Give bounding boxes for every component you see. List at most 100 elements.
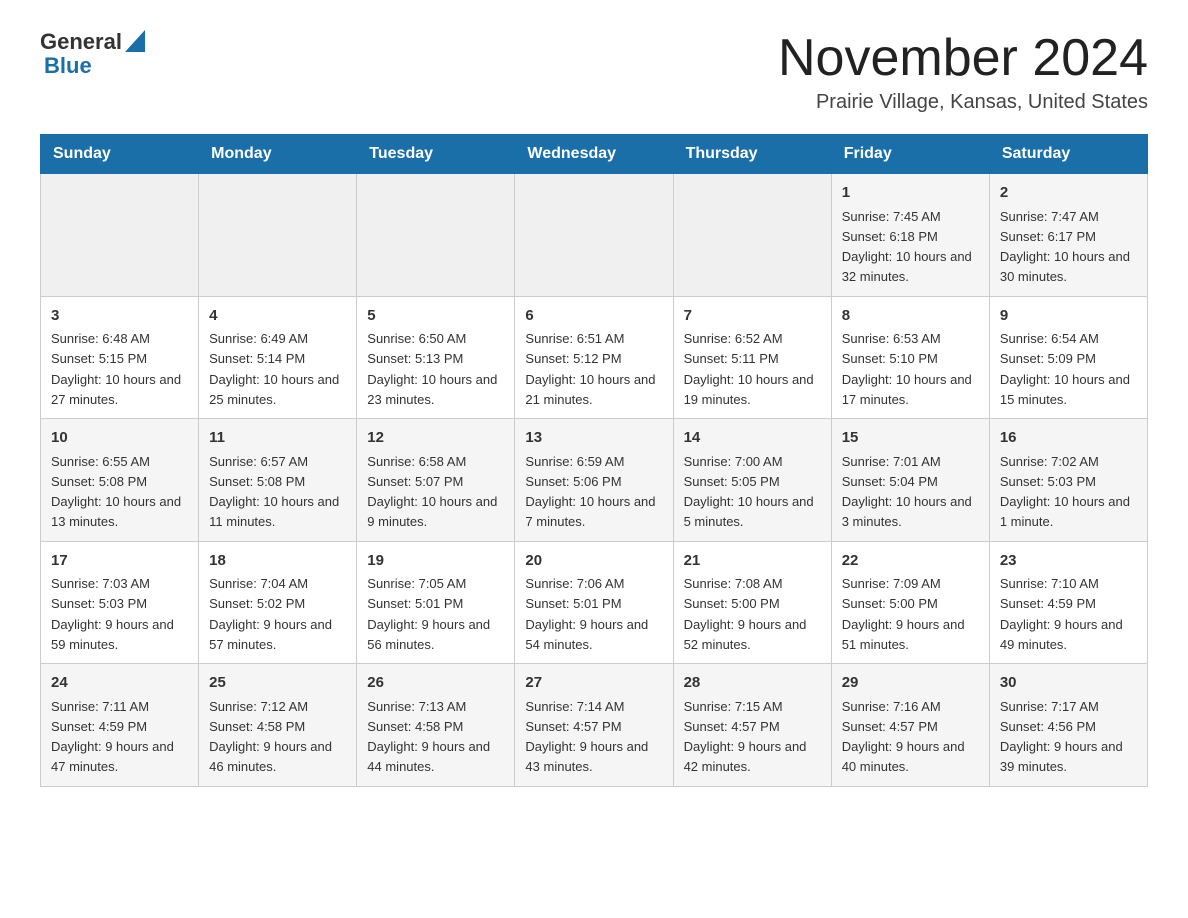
day-number: 3 (51, 305, 188, 328)
calendar-header-row: SundayMondayTuesdayWednesdayThursdayFrid… (41, 135, 1148, 174)
logo-triangle-icon (125, 30, 145, 52)
day-info: Sunrise: 7:13 AM Sunset: 4:58 PM Dayligh… (367, 699, 490, 775)
calendar-header-saturday: Saturday (989, 135, 1147, 174)
title-area: November 2024 Prairie Village, Kansas, U… (778, 30, 1148, 114)
calendar-cell: 27 Sunrise: 7:14 AM Sunset: 4:57 PM Dayli… (515, 664, 673, 787)
day-number: 12 (367, 427, 504, 450)
calendar-row-1: 1 Sunrise: 7:45 AM Sunset: 6:18 PM Daylig… (41, 174, 1148, 297)
day-info: Sunrise: 6:55 AM Sunset: 5:08 PM Dayligh… (51, 454, 181, 530)
day-number: 22 (842, 550, 979, 573)
day-number: 21 (684, 550, 821, 573)
day-info: Sunrise: 7:09 AM Sunset: 5:00 PM Dayligh… (842, 576, 965, 652)
day-number: 8 (842, 305, 979, 328)
day-number: 14 (684, 427, 821, 450)
calendar-cell: 25 Sunrise: 7:12 AM Sunset: 4:58 PM Dayli… (199, 664, 357, 787)
logo-general-text: General (40, 30, 122, 54)
calendar-cell: 23 Sunrise: 7:10 AM Sunset: 4:59 PM Dayli… (989, 541, 1147, 664)
day-number: 25 (209, 672, 346, 695)
day-number: 20 (525, 550, 662, 573)
day-info: Sunrise: 7:02 AM Sunset: 5:03 PM Dayligh… (1000, 454, 1130, 530)
calendar-cell: 18 Sunrise: 7:04 AM Sunset: 5:02 PM Dayli… (199, 541, 357, 664)
calendar-cell: 30 Sunrise: 7:17 AM Sunset: 4:56 PM Dayli… (989, 664, 1147, 787)
calendar-cell: 29 Sunrise: 7:16 AM Sunset: 4:57 PM Dayli… (831, 664, 989, 787)
calendar-cell (41, 174, 199, 297)
calendar-row-3: 10Sunrise: 6:55 AM Sunset: 5:08 PM Dayli… (41, 419, 1148, 542)
day-info: Sunrise: 6:49 AM Sunset: 5:14 PM Dayligh… (209, 331, 339, 407)
day-info: Sunrise: 7:04 AM Sunset: 5:02 PM Dayligh… (209, 576, 332, 652)
calendar-header-thursday: Thursday (673, 135, 831, 174)
calendar-header-monday: Monday (199, 135, 357, 174)
day-number: 19 (367, 550, 504, 573)
day-number: 28 (684, 672, 821, 695)
calendar-cell: 7Sunrise: 6:52 AM Sunset: 5:11 PM Daylig… (673, 296, 831, 419)
day-number: 30 (1000, 672, 1137, 695)
day-info: Sunrise: 7:10 AM Sunset: 4:59 PM Dayligh… (1000, 576, 1123, 652)
logo: General Blue (40, 30, 145, 78)
day-number: 16 (1000, 427, 1137, 450)
calendar-row-4: 17 Sunrise: 7:03 AM Sunset: 5:03 PM Dayli… (41, 541, 1148, 664)
calendar-cell: 17 Sunrise: 7:03 AM Sunset: 5:03 PM Dayli… (41, 541, 199, 664)
calendar-cell: 22 Sunrise: 7:09 AM Sunset: 5:00 PM Dayli… (831, 541, 989, 664)
calendar-row-5: 24 Sunrise: 7:11 AM Sunset: 4:59 PM Dayli… (41, 664, 1148, 787)
day-info: Sunrise: 7:47 AM Sunset: 6:17 PM Dayligh… (1000, 209, 1130, 285)
day-number: 24 (51, 672, 188, 695)
calendar-cell: 14Sunrise: 7:00 AM Sunset: 5:05 PM Dayli… (673, 419, 831, 542)
day-info: Sunrise: 6:54 AM Sunset: 5:09 PM Dayligh… (1000, 331, 1130, 407)
day-info: Sunrise: 6:57 AM Sunset: 5:08 PM Dayligh… (209, 454, 339, 530)
calendar-cell (357, 174, 515, 297)
calendar-cell: 12 Sunrise: 6:58 AM Sunset: 5:07 PM Dayli… (357, 419, 515, 542)
day-info: Sunrise: 7:14 AM Sunset: 4:57 PM Dayligh… (525, 699, 648, 775)
logo-blue-text: Blue (44, 54, 92, 78)
calendar-cell (199, 174, 357, 297)
day-info: Sunrise: 6:59 AM Sunset: 5:06 PM Dayligh… (525, 454, 655, 530)
calendar-cell (673, 174, 831, 297)
day-number: 23 (1000, 550, 1137, 573)
calendar-cell: 1 Sunrise: 7:45 AM Sunset: 6:18 PM Daylig… (831, 174, 989, 297)
day-info: Sunrise: 6:51 AM Sunset: 5:12 PM Dayligh… (525, 331, 655, 407)
day-info: Sunrise: 7:11 AM Sunset: 4:59 PM Dayligh… (51, 699, 174, 775)
day-number: 1 (842, 182, 979, 205)
calendar-cell: 8 Sunrise: 6:53 AM Sunset: 5:10 PM Daylig… (831, 296, 989, 419)
day-info: Sunrise: 7:06 AM Sunset: 5:01 PM Dayligh… (525, 576, 648, 652)
calendar-row-2: 3 Sunrise: 6:48 AM Sunset: 5:15 PM Daylig… (41, 296, 1148, 419)
day-info: Sunrise: 6:53 AM Sunset: 5:10 PM Dayligh… (842, 331, 972, 407)
day-info: Sunrise: 7:45 AM Sunset: 6:18 PM Dayligh… (842, 209, 972, 285)
day-info: Sunrise: 7:05 AM Sunset: 5:01 PM Dayligh… (367, 576, 490, 652)
calendar-cell: 15 Sunrise: 7:01 AM Sunset: 5:04 PM Dayli… (831, 419, 989, 542)
day-info: Sunrise: 7:03 AM Sunset: 5:03 PM Dayligh… (51, 576, 174, 652)
calendar-cell: 13 Sunrise: 6:59 AM Sunset: 5:06 PM Dayli… (515, 419, 673, 542)
calendar-cell: 3 Sunrise: 6:48 AM Sunset: 5:15 PM Daylig… (41, 296, 199, 419)
day-info: Sunrise: 7:17 AM Sunset: 4:56 PM Dayligh… (1000, 699, 1123, 775)
day-number: 29 (842, 672, 979, 695)
day-number: 6 (525, 305, 662, 328)
calendar-cell: 6 Sunrise: 6:51 AM Sunset: 5:12 PM Daylig… (515, 296, 673, 419)
calendar-cell: 11Sunrise: 6:57 AM Sunset: 5:08 PM Dayli… (199, 419, 357, 542)
day-info: Sunrise: 6:52 AM Sunset: 5:11 PM Dayligh… (684, 331, 814, 407)
calendar-header-friday: Friday (831, 135, 989, 174)
day-number: 15 (842, 427, 979, 450)
calendar-cell: 9 Sunrise: 6:54 AM Sunset: 5:09 PM Daylig… (989, 296, 1147, 419)
calendar-cell: 28Sunrise: 7:15 AM Sunset: 4:57 PM Dayli… (673, 664, 831, 787)
calendar-cell: 16 Sunrise: 7:02 AM Sunset: 5:03 PM Dayli… (989, 419, 1147, 542)
calendar-cell: 5Sunrise: 6:50 AM Sunset: 5:13 PM Daylig… (357, 296, 515, 419)
day-info: Sunrise: 7:01 AM Sunset: 5:04 PM Dayligh… (842, 454, 972, 530)
day-info: Sunrise: 6:48 AM Sunset: 5:15 PM Dayligh… (51, 331, 181, 407)
day-info: Sunrise: 7:12 AM Sunset: 4:58 PM Dayligh… (209, 699, 332, 775)
day-number: 5 (367, 305, 504, 328)
day-number: 17 (51, 550, 188, 573)
day-info: Sunrise: 6:58 AM Sunset: 5:07 PM Dayligh… (367, 454, 497, 530)
day-info: Sunrise: 7:16 AM Sunset: 4:57 PM Dayligh… (842, 699, 965, 775)
calendar-cell: 10Sunrise: 6:55 AM Sunset: 5:08 PM Dayli… (41, 419, 199, 542)
header: General Blue November 2024 Prairie Villa… (40, 30, 1148, 114)
calendar-header-tuesday: Tuesday (357, 135, 515, 174)
calendar-header-wednesday: Wednesday (515, 135, 673, 174)
calendar-cell: 4Sunrise: 6:49 AM Sunset: 5:14 PM Daylig… (199, 296, 357, 419)
day-number: 9 (1000, 305, 1137, 328)
calendar-header-sunday: Sunday (41, 135, 199, 174)
day-number: 18 (209, 550, 346, 573)
day-number: 27 (525, 672, 662, 695)
calendar-cell: 21Sunrise: 7:08 AM Sunset: 5:00 PM Dayli… (673, 541, 831, 664)
day-number: 26 (367, 672, 504, 695)
day-number: 13 (525, 427, 662, 450)
calendar-cell: 20 Sunrise: 7:06 AM Sunset: 5:01 PM Dayli… (515, 541, 673, 664)
